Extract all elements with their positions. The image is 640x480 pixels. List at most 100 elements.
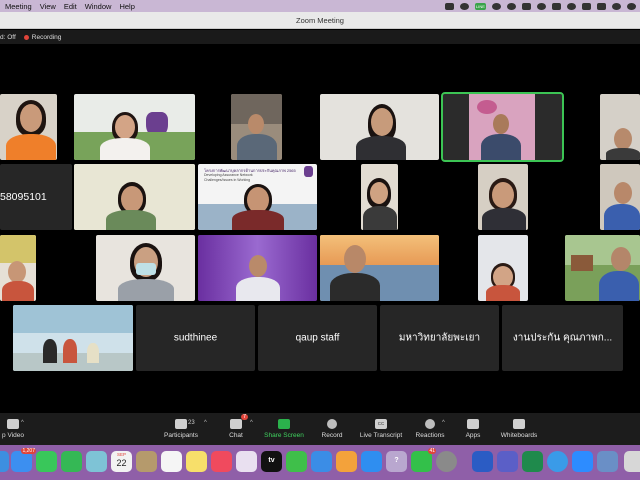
preview-app-icon[interactable] bbox=[597, 451, 618, 472]
video-tile-8[interactable] bbox=[74, 164, 195, 230]
appletv-app-icon[interactable]: tv bbox=[261, 451, 282, 472]
record-status-icon[interactable] bbox=[492, 2, 501, 10]
participant-name-university: มหาวิทยาลัยพะเยา bbox=[398, 332, 481, 344]
pages-app-icon[interactable] bbox=[336, 451, 357, 472]
video-tile-11[interactable] bbox=[478, 164, 528, 230]
messages-app-icon[interactable] bbox=[36, 451, 57, 472]
lock-status-icon[interactable] bbox=[522, 2, 531, 10]
video-tile-17[interactable] bbox=[478, 235, 528, 301]
video-button[interactable]: p Video bbox=[0, 413, 26, 445]
video-tile-sudthinee[interactable]: sudthinee bbox=[136, 305, 255, 371]
participants-icon bbox=[175, 419, 187, 429]
contacts-app-icon[interactable] bbox=[136, 451, 157, 472]
menu-window[interactable]: Window bbox=[85, 2, 112, 11]
participant-face bbox=[614, 182, 632, 204]
captions-status[interactable]: d: Off bbox=[0, 34, 16, 41]
system-settings-icon[interactable] bbox=[436, 451, 457, 472]
participant-body bbox=[356, 136, 406, 160]
participant-face bbox=[248, 114, 264, 134]
screen: Meeting View Edit Window Help LINE Zoom … bbox=[0, 0, 640, 480]
zoom-app-icon[interactable] bbox=[572, 451, 593, 472]
participant-face bbox=[614, 128, 632, 150]
video-tile-qaup[interactable]: qaup staff bbox=[258, 305, 377, 371]
notes-app-icon[interactable] bbox=[186, 451, 207, 472]
video-tile-10[interactable] bbox=[361, 164, 398, 230]
finder-app-icon[interactable] bbox=[0, 451, 9, 472]
siri-icon[interactable] bbox=[627, 2, 636, 10]
photos-app-icon[interactable] bbox=[236, 451, 257, 472]
slide-subtitle: Developing Assurance Network bbox=[204, 173, 253, 177]
video-tile-thai-university[interactable]: มหาวิทยาลัยพะเยา bbox=[380, 305, 499, 371]
video-options-chevron-icon[interactable]: ^ bbox=[21, 420, 24, 426]
line-app-icon[interactable]: 41 bbox=[411, 448, 436, 472]
keynote-app-icon[interactable] bbox=[311, 451, 332, 472]
chat-button[interactable]: 7 Chat bbox=[224, 413, 248, 445]
video-tile-15[interactable] bbox=[198, 235, 317, 301]
apps-button[interactable]: Apps bbox=[462, 413, 484, 445]
bluetooth-icon[interactable] bbox=[537, 2, 546, 10]
share-screen-icon bbox=[278, 419, 290, 429]
video-tile-12[interactable] bbox=[600, 164, 640, 230]
numbers-app-icon[interactable] bbox=[286, 451, 307, 472]
teams-app-icon[interactable] bbox=[497, 451, 518, 472]
video-tile-14[interactable] bbox=[96, 235, 195, 301]
reactions-icon bbox=[425, 419, 435, 429]
video-tile-thai-qa[interactable]: งานประกัน คุณภาพก... bbox=[502, 305, 623, 371]
video-tile-3[interactable] bbox=[231, 94, 282, 160]
mail-app-icon[interactable]: 1,207 bbox=[11, 448, 36, 472]
mail-badge: 1,207 bbox=[21, 448, 36, 454]
menu-help[interactable]: Help bbox=[119, 2, 134, 11]
help-app-icon[interactable]: ? bbox=[386, 451, 407, 472]
video-tile-shared-slide[interactable]: โครงการพัฒนาบุคลากรด้านการประกันคุณภาพ 2… bbox=[198, 164, 317, 230]
video-tile-number[interactable]: 58095101 bbox=[0, 164, 72, 230]
search-icon[interactable] bbox=[582, 2, 591, 10]
status-area: LINE bbox=[445, 0, 636, 12]
battery-icon[interactable] bbox=[552, 2, 561, 10]
reactions-button[interactable]: Reactions bbox=[413, 413, 447, 445]
reactions-label: Reactions bbox=[415, 432, 445, 439]
share-screen-button[interactable]: Share Screen bbox=[262, 413, 306, 445]
menu-meeting[interactable]: Meeting bbox=[5, 2, 32, 11]
share-screen-label: Share Screen bbox=[264, 432, 304, 439]
video-tile-19[interactable] bbox=[13, 305, 133, 371]
video-tile-16[interactable] bbox=[320, 235, 439, 301]
video-tile-active-speaker[interactable] bbox=[441, 92, 564, 162]
recording-indicator[interactable]: Recording bbox=[23, 34, 61, 41]
reminders-app-icon[interactable] bbox=[161, 451, 182, 472]
trash-icon[interactable] bbox=[624, 451, 640, 472]
menu-view[interactable]: View bbox=[40, 2, 56, 11]
circle-status-icon[interactable] bbox=[460, 2, 469, 10]
excel-app-icon[interactable] bbox=[522, 451, 543, 472]
record-button[interactable]: Record bbox=[318, 413, 346, 445]
calendar-app-icon[interactable]: SEP 22 bbox=[111, 451, 132, 472]
chat-options-chevron-icon[interactable]: ^ bbox=[250, 420, 253, 426]
live-transcript-button[interactable]: CC Live Transcript bbox=[356, 413, 406, 445]
participants-button[interactable]: 23 Participants bbox=[160, 413, 202, 445]
gear-status-icon[interactable] bbox=[507, 2, 516, 10]
line-status-icon[interactable]: LINE bbox=[475, 2, 486, 10]
video-tile-13[interactable] bbox=[0, 235, 36, 301]
menu-edit[interactable]: Edit bbox=[64, 2, 77, 11]
participants-options-chevron-icon[interactable]: ^ bbox=[204, 420, 207, 426]
safari-app-icon[interactable] bbox=[547, 451, 568, 472]
video-tile-4[interactable] bbox=[320, 94, 439, 160]
participant-body bbox=[606, 148, 640, 160]
participant-body bbox=[6, 134, 56, 160]
music-app-icon[interactable] bbox=[211, 451, 232, 472]
video-tile-2[interactable] bbox=[74, 94, 195, 160]
participant-body bbox=[118, 279, 174, 301]
input-source-icon[interactable] bbox=[597, 2, 606, 10]
maps-app-icon[interactable] bbox=[86, 451, 107, 472]
facetime-app-icon[interactable] bbox=[61, 451, 82, 472]
zoom-status-icon[interactable] bbox=[445, 2, 454, 10]
video-tile-1[interactable] bbox=[0, 94, 57, 160]
reactions-options-chevron-icon[interactable]: ^ bbox=[442, 420, 445, 426]
video-tile-6[interactable] bbox=[600, 94, 640, 160]
app-store-icon[interactable] bbox=[361, 451, 382, 472]
participant-body bbox=[604, 204, 640, 230]
control-center-icon[interactable] bbox=[612, 2, 621, 10]
wifi-icon[interactable] bbox=[567, 2, 576, 10]
video-tile-18[interactable] bbox=[565, 235, 640, 301]
word-app-icon[interactable] bbox=[472, 451, 493, 472]
whiteboards-button[interactable]: Whiteboards bbox=[497, 413, 541, 445]
